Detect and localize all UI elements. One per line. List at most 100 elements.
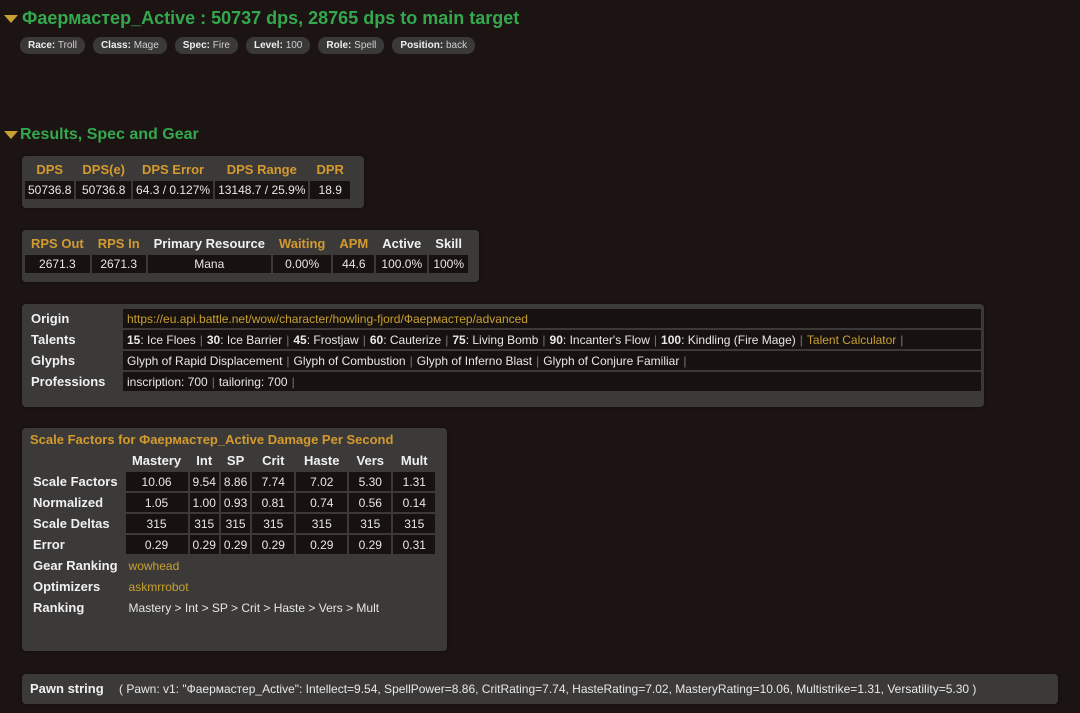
origin-link[interactable]: https://eu.api.battle.net/wow/character/… — [123, 309, 981, 328]
value-cell: 0.93 — [220, 493, 251, 512]
col-header[interactable]: Waiting — [273, 234, 331, 253]
col-header[interactable]: RPS In — [92, 234, 146, 253]
talent-item[interactable]: 75: Living Bomb — [452, 333, 538, 347]
value-cell: 2671.3 — [25, 255, 90, 273]
value-cell: 1.05 — [125, 493, 188, 512]
tag-level: Level: 100 — [246, 37, 311, 54]
value-cell: 100% — [429, 255, 469, 273]
glyph-item[interactable]: Glyph of Rapid Displacement — [127, 354, 282, 368]
glyphs-label: Glyphs — [31, 353, 76, 368]
col-header[interactable]: APM — [333, 234, 374, 253]
tag-class: Class: Mage — [92, 37, 167, 54]
table-row: Error 0.29 0.29 0.29 0.29 0.29 0.29 0.31 — [27, 535, 436, 554]
talent-item[interactable]: 30: Ice Barrier — [207, 333, 282, 347]
col-header: Skill — [435, 236, 463, 251]
pawn-string[interactable]: ( Pawn: v1: "Фаермастер_Active": Intelle… — [119, 682, 976, 696]
value-cell: 5.30 — [349, 472, 392, 491]
col-header: SP — [226, 453, 245, 468]
value-cell: 0.31 — [393, 535, 436, 554]
ranking-label[interactable]: Ranking — [27, 598, 124, 617]
value-cell: 0.74 — [296, 493, 348, 512]
col-header[interactable]: RPS Out — [25, 234, 90, 253]
scale-factors-table: Mastery Int SP Crit Haste Vers Mult Scal… — [25, 449, 437, 619]
glyph-item[interactable]: Glyph of Conjure Familiar — [543, 354, 679, 368]
value-cell: 0.00% — [272, 255, 332, 273]
row-label: Scale Factors — [33, 474, 118, 489]
resource-table: RPS Out RPS In Primary Resource Waiting … — [23, 232, 470, 275]
value-cell: 315 — [220, 514, 251, 533]
page-title[interactable]: Фаермастер_Active : 50737 dps, 28765 dps… — [22, 8, 519, 29]
col-header: Haste — [304, 453, 340, 468]
talents-list: 15: Ice Floes | 30: Ice Barrier | 45: Frostj… — [123, 330, 981, 349]
glyph-item[interactable]: Glyph of Inferno Blast — [417, 354, 532, 368]
collapse-toggle-icon[interactable] — [4, 15, 18, 23]
gear-ranking-label: Gear Ranking — [33, 558, 118, 573]
profession-item: tailoring: 700 — [218, 374, 288, 389]
col-header: Mult — [400, 453, 428, 468]
col-header[interactable]: DPS Error — [133, 160, 213, 179]
glyph-item[interactable]: Glyph of Combustion — [294, 354, 406, 368]
value-cell: 18.9 — [310, 181, 350, 199]
pawn-panel: Pawn string ( Pawn: v1: "Фаермастер_Acti… — [22, 674, 1058, 704]
value-cell: 7.02 — [296, 472, 348, 491]
dps-panel: DPS DPS(e) DPS Error DPS Range DPR 50736… — [22, 156, 364, 208]
col-header: Active — [382, 236, 422, 251]
value-cell: 8.86 — [220, 472, 251, 491]
tag-spec: Spec: Fire — [174, 37, 238, 54]
value-cell: 2671.3 — [91, 255, 146, 273]
dps-table: DPS DPS(e) DPS Error DPS Range DPR 50736… — [23, 158, 352, 201]
value-cell: 44.6 — [333, 255, 375, 273]
col-header[interactable]: DPS(e) — [76, 160, 131, 179]
row-label: Scale Deltas — [33, 516, 110, 531]
ranking-value: Mastery > Int > SP > Crit > Haste > Vers… — [128, 600, 380, 615]
talents-label: Talents — [31, 332, 76, 347]
col-header[interactable]: DPS Range — [215, 160, 308, 179]
tag-position: Position: back — [392, 37, 476, 54]
talent-calculator-link[interactable]: Talent Calculator — [807, 333, 896, 347]
talent-item[interactable]: 100: Kindling (Fire Mage) — [661, 333, 796, 347]
table-row: Scale Factors 10.06 9.54 8.86 7.74 7.02 … — [27, 472, 436, 491]
value-cell: 0.29 — [252, 535, 295, 554]
value-cell: 315 — [296, 514, 348, 533]
askmrrobot-link[interactable]: askmrrobot — [129, 580, 189, 594]
talent-item[interactable]: 60: Cauterize — [370, 333, 441, 347]
value-cell: 0.81 — [252, 493, 295, 512]
professions-list: inscription: 700 | tailoring: 700 | — [123, 372, 981, 391]
value-cell: 1.31 — [393, 472, 436, 491]
value-cell: 1.00 — [189, 493, 219, 512]
col-header[interactable]: DPS — [25, 160, 74, 179]
value-cell: 315 — [252, 514, 295, 533]
row-label: Normalized — [33, 495, 104, 510]
table-row: Normalized 1.05 1.00 0.93 0.81 0.74 0.56… — [27, 493, 436, 512]
section-collapse-icon[interactable] — [4, 131, 18, 139]
talent-item[interactable]: 45: Frostjaw — [293, 333, 358, 347]
glyphs-list: Glyph of Rapid Displacement | Glyph of Com… — [123, 351, 981, 370]
talent-item[interactable]: 15: Ice Floes — [127, 333, 196, 347]
col-header: Mastery — [131, 453, 182, 468]
value-cell: 315 — [125, 514, 188, 533]
value-cell: 64.3 / 0.127% — [133, 181, 214, 199]
value-cell: 315 — [349, 514, 392, 533]
value-cell: 0.29 — [296, 535, 348, 554]
tag-role: Role: Spell — [318, 37, 385, 54]
origin-label[interactable]: Origin — [25, 309, 121, 328]
talent-item[interactable]: 90: Incanter's Flow — [550, 333, 650, 347]
value-cell: Mana — [147, 255, 271, 273]
professions-label: Professions — [31, 374, 106, 389]
value-cell: 315 — [393, 514, 436, 533]
col-header: Vers — [356, 453, 384, 468]
wowhead-link[interactable]: wowhead — [129, 559, 180, 573]
section-title[interactable]: Results, Spec and Gear — [20, 126, 199, 144]
value-cell: 0.29 — [125, 535, 188, 554]
value-cell: 50736.8 — [25, 181, 75, 199]
value-cell: 0.14 — [393, 493, 436, 512]
col-header[interactable]: DPR — [310, 160, 349, 179]
tag-race: Race: Troll — [20, 37, 85, 54]
value-cell: 0.29 — [220, 535, 251, 554]
optimizers-label: Optimizers — [33, 579, 101, 594]
row-label: Error — [33, 537, 65, 552]
value-cell: 10.06 — [125, 472, 188, 491]
player-tags: Race: Troll Class: Mage Spec: Fire Level… — [20, 37, 476, 54]
table-row: Scale Deltas 315 315 315 315 315 315 315 — [27, 514, 436, 533]
value-cell: 0.56 — [349, 493, 392, 512]
